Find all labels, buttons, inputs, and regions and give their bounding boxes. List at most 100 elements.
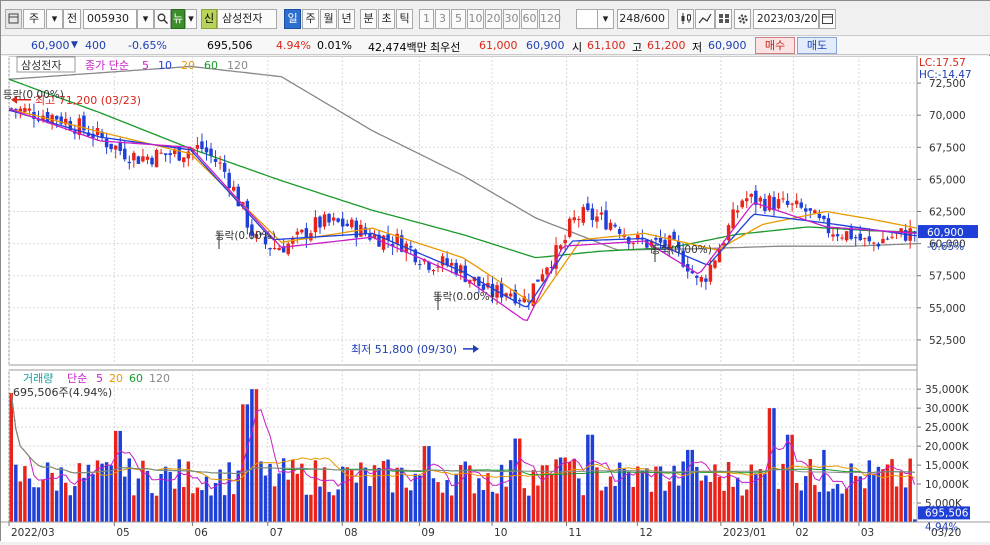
volume-bar xyxy=(513,438,517,522)
sell-button[interactable]: 매도 xyxy=(797,37,837,54)
bar-count: 248 xyxy=(619,12,641,25)
volume-bar xyxy=(336,489,340,522)
candle-body xyxy=(277,248,281,251)
buy-button[interactable]: 매수 xyxy=(755,37,795,54)
volume-bar xyxy=(182,486,186,522)
price-legend-ma-10: 10 xyxy=(158,59,172,72)
candle-body xyxy=(626,237,631,244)
volume-bar xyxy=(82,477,86,522)
current-price-badge-text: 60,900 xyxy=(927,227,964,239)
candle-body xyxy=(695,275,699,278)
current-volume-badge-text: 695,506 xyxy=(925,507,969,519)
date-value: 2023/03/20 xyxy=(757,13,818,25)
candle-body xyxy=(27,108,32,111)
volume-bar xyxy=(123,476,127,522)
period-tab-6[interactable]: 틱 xyxy=(396,9,413,29)
volume-bar xyxy=(227,462,231,522)
chart-type-dropdown-icon[interactable]: ▾ xyxy=(46,9,63,29)
candle-body xyxy=(731,209,735,229)
interval-tab-30[interactable]: 30 xyxy=(503,9,520,29)
chart-canvas[interactable]: 52,50055,00057,50060,00062,50065,00067,5… xyxy=(1,55,990,542)
candle-body xyxy=(418,264,422,266)
volume-bar xyxy=(586,434,590,522)
interval-tab-1[interactable]: 1 xyxy=(419,9,434,29)
hc-label: HC:-14.47 xyxy=(919,69,972,81)
volume-bar xyxy=(159,473,163,522)
candle-body xyxy=(150,157,154,165)
period-tab-1[interactable]: 주 xyxy=(302,9,319,29)
candle-body xyxy=(145,156,150,160)
volume-bar xyxy=(372,465,377,522)
custom-interval-dropdown-icon[interactable]: ▾ xyxy=(597,9,614,29)
volume-bar xyxy=(32,487,36,522)
volume-bar xyxy=(826,491,831,522)
chart-area[interactable]: 52,500 55,000 57,500 60,000 62,500 65,000 67,5… xyxy=(1,55,990,542)
period-tab-4[interactable]: 분 xyxy=(360,9,377,29)
volume-pct: 4.94% xyxy=(276,39,311,52)
candle-style-icon[interactable] xyxy=(677,9,694,29)
volume-bar xyxy=(822,449,826,522)
interval-tab-60[interactable]: 60 xyxy=(521,9,538,29)
code-dropdown-icon[interactable]: ▾ xyxy=(137,9,154,29)
period-tab-5[interactable]: 초 xyxy=(378,9,395,29)
volume-bar xyxy=(667,481,672,522)
candle-body xyxy=(327,213,331,223)
period-tab-3[interactable]: 년 xyxy=(338,9,355,29)
candle-body xyxy=(704,278,708,282)
stock-code-input[interactable]: 005930 xyxy=(83,9,137,29)
volume-bar xyxy=(549,474,554,522)
volume-bar xyxy=(404,487,408,522)
interval-tab-10[interactable]: 10 xyxy=(467,9,484,29)
period-tab-2[interactable]: 월 xyxy=(320,9,337,29)
candle-body xyxy=(822,215,826,220)
volume-bar xyxy=(172,488,177,522)
volume-bar xyxy=(241,404,245,522)
volume-bar xyxy=(604,486,608,522)
candle-body xyxy=(340,218,345,227)
candle-body xyxy=(368,233,372,240)
interval-tab-20[interactable]: 20 xyxy=(485,9,502,29)
drop-label: 등락(0.00%) xyxy=(651,244,712,256)
candle-body xyxy=(508,293,513,297)
volume-bar xyxy=(100,463,104,522)
open-label: 시 xyxy=(572,41,583,54)
settings-gear-icon[interactable] xyxy=(734,9,751,29)
layout-icon[interactable] xyxy=(5,9,22,29)
chart-type-select[interactable]: 주 xyxy=(23,9,45,29)
period-tab-0[interactable]: 일 xyxy=(284,9,301,29)
volume-bar xyxy=(54,490,59,522)
volume-bar xyxy=(399,467,404,522)
volume-bar xyxy=(86,464,91,522)
volume-bar xyxy=(776,489,781,522)
volume-bar xyxy=(304,494,309,522)
volume-bar xyxy=(272,486,277,522)
volume-bar xyxy=(626,472,631,522)
news-button[interactable]: 뉴 xyxy=(171,9,185,29)
volume-bar xyxy=(45,462,50,522)
candle-body xyxy=(545,267,549,275)
volume-bar xyxy=(23,466,27,522)
candle-body xyxy=(872,242,876,244)
date-input[interactable]: 2023/03/20 xyxy=(753,9,819,29)
period-button[interactable]: 전 xyxy=(63,9,81,29)
compare-icon[interactable] xyxy=(715,9,732,29)
volume-bar xyxy=(18,481,23,522)
bar-count-field[interactable]: 248/600 xyxy=(617,9,669,29)
interval-tab-5[interactable]: 5 xyxy=(451,9,466,29)
scale-icon[interactable] xyxy=(695,9,715,29)
x-tick-label: 10 xyxy=(494,527,507,539)
candle-body xyxy=(785,200,790,205)
price-legend-name: 삼성전자 xyxy=(21,59,61,72)
volume-bar xyxy=(309,494,313,522)
volume-bar xyxy=(767,408,772,522)
calendar-icon[interactable] xyxy=(819,9,836,29)
candle-body xyxy=(313,217,318,233)
candle-body xyxy=(182,157,186,163)
search-icon[interactable] xyxy=(154,9,171,29)
news-dropdown-icon[interactable]: ▾ xyxy=(185,9,197,29)
candle-body xyxy=(808,208,813,211)
interval-tab-3[interactable]: 3 xyxy=(435,9,450,29)
volume-bar xyxy=(531,470,536,522)
volume-bar xyxy=(118,430,122,522)
interval-tab-120[interactable]: 120 xyxy=(539,9,561,29)
